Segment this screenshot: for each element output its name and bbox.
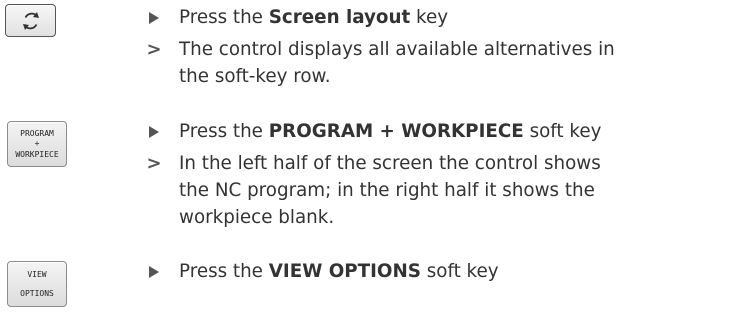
result-line: In the left half of the screen the contr… xyxy=(179,153,601,174)
program-workpiece-softkey[interactable]: PROGRAM + WORKPIECE xyxy=(7,121,67,167)
screen-layout-key[interactable] xyxy=(5,4,56,37)
softkey-label-line: + xyxy=(34,139,40,148)
result-line: workpiece blank. xyxy=(179,207,335,228)
result-step: > In the left half of the screen the con… xyxy=(146,150,601,231)
view-options-softkey[interactable]: VIEW OPTIONS xyxy=(7,261,67,307)
step-suffix: soft key xyxy=(420,261,499,282)
result-step: > The control displays all available alt… xyxy=(146,36,615,90)
result-line: the NC program; in the right half it sho… xyxy=(179,180,595,201)
step-keyword: Screen layout xyxy=(268,7,411,28)
instruction-step: Press the Screen layout key xyxy=(149,4,449,31)
result-line: The control displays all available alter… xyxy=(179,39,615,60)
action-arrow-icon xyxy=(144,118,164,146)
softkey-label-line: VIEW xyxy=(27,270,47,279)
step-suffix: key xyxy=(410,7,449,28)
step-prefix: Press the xyxy=(179,121,269,142)
instruction-step: Press the PROGRAM + WORKPIECE soft key xyxy=(149,118,602,145)
result-marker-icon: > xyxy=(146,39,162,60)
result-marker-icon: > xyxy=(146,153,162,174)
step-keyword: VIEW OPTIONS xyxy=(268,261,421,282)
softkey-label-line: WORKPIECE xyxy=(15,150,59,159)
action-arrow-icon xyxy=(144,258,164,286)
softkey-label-line: OPTIONS xyxy=(20,289,54,298)
step-keyword: PROGRAM + WORKPIECE xyxy=(268,121,524,142)
result-line: the soft-key row. xyxy=(179,66,331,87)
step-suffix: soft key xyxy=(523,121,602,142)
step-prefix: Press the xyxy=(179,7,269,28)
screen-layout-icon xyxy=(22,11,39,30)
step-prefix: Press the xyxy=(179,261,269,282)
action-arrow-icon xyxy=(144,4,164,32)
instruction-step: Press the VIEW OPTIONS soft key xyxy=(149,258,499,285)
